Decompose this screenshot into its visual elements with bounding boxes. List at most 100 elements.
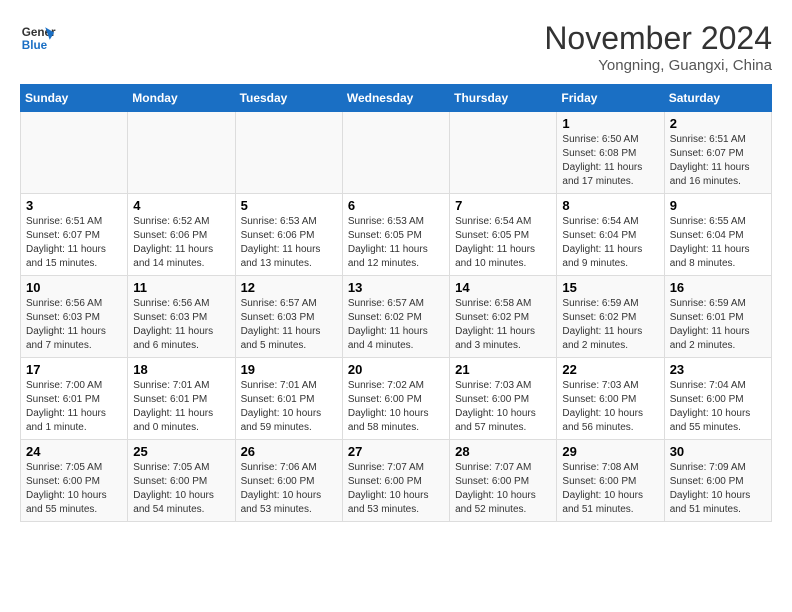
- day-info: Sunrise: 6:57 AMSunset: 6:02 PMDaylight:…: [348, 297, 444, 353]
- calendar-cell: 14 Sunrise: 6:58 AMSunset: 6:02 PMDayligh…: [450, 276, 557, 358]
- day-info: Sunrise: 7:03 AMSunset: 6:00 PMDaylight:…: [455, 379, 551, 435]
- weekday-header-wednesday: Wednesday: [342, 85, 449, 112]
- day-info: Sunrise: 6:54 AMSunset: 6:04 PMDaylight:…: [562, 215, 658, 271]
- calendar-cell: 15 Sunrise: 6:59 AMSunset: 6:02 PMDayligh…: [557, 276, 664, 358]
- logo: General Blue: [20, 20, 56, 56]
- day-info: Sunrise: 7:05 AMSunset: 6:00 PMDaylight:…: [133, 461, 229, 517]
- calendar-week-5: 24 Sunrise: 7:05 AMSunset: 6:00 PMDayligh…: [21, 440, 772, 522]
- day-number: 15: [562, 280, 658, 295]
- day-number: 22: [562, 362, 658, 377]
- calendar-cell: 27 Sunrise: 7:07 AMSunset: 6:00 PMDayligh…: [342, 440, 449, 522]
- svg-text:Blue: Blue: [22, 39, 48, 52]
- calendar-week-1: 1 Sunrise: 6:50 AMSunset: 6:08 PMDaylight…: [21, 112, 772, 194]
- day-info: Sunrise: 7:07 AMSunset: 6:00 PMDaylight:…: [455, 461, 551, 517]
- day-number: 17: [26, 362, 122, 377]
- day-number: 2: [670, 116, 766, 131]
- calendar-cell: 22 Sunrise: 7:03 AMSunset: 6:00 PMDayligh…: [557, 358, 664, 440]
- calendar-cell: 16Sunrise: 6:59 AMSunset: 6:01 PMDayligh…: [664, 276, 771, 358]
- day-number: 29: [562, 444, 658, 459]
- day-info: Sunrise: 7:09 AMSunset: 6:00 PMDaylight:…: [670, 461, 766, 517]
- day-info: Sunrise: 6:51 AMSunset: 6:07 PMDaylight:…: [670, 133, 766, 189]
- day-number: 20: [348, 362, 444, 377]
- calendar-cell: 10Sunrise: 6:56 AMSunset: 6:03 PMDayligh…: [21, 276, 128, 358]
- day-info: Sunrise: 7:00 AMSunset: 6:01 PMDaylight:…: [26, 379, 122, 435]
- day-info: Sunrise: 7:01 AMSunset: 6:01 PMDaylight:…: [241, 379, 337, 435]
- day-number: 1: [562, 116, 658, 131]
- day-info: Sunrise: 6:59 AMSunset: 6:01 PMDaylight:…: [670, 297, 766, 353]
- calendar-cell: 23 Sunrise: 7:04 AMSunset: 6:00 PMDayligh…: [664, 358, 771, 440]
- day-info: Sunrise: 6:59 AMSunset: 6:02 PMDaylight:…: [562, 297, 658, 353]
- calendar-cell: 29 Sunrise: 7:08 AMSunset: 6:00 PMDayligh…: [557, 440, 664, 522]
- day-info: Sunrise: 7:05 AMSunset: 6:00 PMDaylight:…: [26, 461, 122, 517]
- calendar-cell: 7 Sunrise: 6:54 AMSunset: 6:05 PMDaylight…: [450, 194, 557, 276]
- day-number: 27: [348, 444, 444, 459]
- calendar-cell: 20 Sunrise: 7:02 AMSunset: 6:00 PMDayligh…: [342, 358, 449, 440]
- weekday-header-thursday: Thursday: [450, 85, 557, 112]
- weekday-row: SundayMondayTuesdayWednesdayThursdayFrid…: [21, 85, 772, 112]
- day-info: Sunrise: 6:56 AMSunset: 6:03 PMDaylight:…: [26, 297, 122, 353]
- calendar-cell: 5 Sunrise: 6:53 AMSunset: 6:06 PMDaylight…: [235, 194, 342, 276]
- day-number: 11: [133, 280, 229, 295]
- day-number: 23: [670, 362, 766, 377]
- location-subtitle: Yongning, Guangxi, China: [544, 57, 772, 74]
- calendar-cell: 30 Sunrise: 7:09 AMSunset: 6:00 PMDayligh…: [664, 440, 771, 522]
- calendar-cell: [235, 112, 342, 194]
- calendar-cell: 13Sunrise: 6:57 AMSunset: 6:02 PMDayligh…: [342, 276, 449, 358]
- day-number: 19: [241, 362, 337, 377]
- day-number: 14: [455, 280, 551, 295]
- page-header: General Blue November 2024 Yongning, Gua…: [20, 20, 772, 74]
- day-number: 21: [455, 362, 551, 377]
- day-number: 24: [26, 444, 122, 459]
- calendar-week-3: 10Sunrise: 6:56 AMSunset: 6:03 PMDayligh…: [21, 276, 772, 358]
- day-info: Sunrise: 7:07 AMSunset: 6:00 PMDaylight:…: [348, 461, 444, 517]
- calendar-cell: 18 Sunrise: 7:01 AMSunset: 6:01 PMDayligh…: [128, 358, 235, 440]
- calendar-cell: 21 Sunrise: 7:03 AMSunset: 6:00 PMDayligh…: [450, 358, 557, 440]
- title-block: November 2024 Yongning, Guangxi, China: [544, 20, 772, 74]
- logo-icon: General Blue: [20, 20, 56, 56]
- weekday-header-saturday: Saturday: [664, 85, 771, 112]
- day-info: Sunrise: 6:53 AMSunset: 6:06 PMDaylight:…: [241, 215, 337, 271]
- calendar-cell: 25Sunrise: 7:05 AMSunset: 6:00 PMDayligh…: [128, 440, 235, 522]
- day-info: Sunrise: 7:01 AMSunset: 6:01 PMDaylight:…: [133, 379, 229, 435]
- calendar-cell: 24 Sunrise: 7:05 AMSunset: 6:00 PMDayligh…: [21, 440, 128, 522]
- day-info: Sunrise: 6:50 AMSunset: 6:08 PMDaylight:…: [562, 133, 658, 189]
- day-info: Sunrise: 6:56 AMSunset: 6:03 PMDaylight:…: [133, 297, 229, 353]
- calendar-cell: 12Sunrise: 6:57 AMSunset: 6:03 PMDayligh…: [235, 276, 342, 358]
- day-info: Sunrise: 6:53 AMSunset: 6:05 PMDaylight:…: [348, 215, 444, 271]
- day-number: 28: [455, 444, 551, 459]
- weekday-header-sunday: Sunday: [21, 85, 128, 112]
- day-info: Sunrise: 7:08 AMSunset: 6:00 PMDaylight:…: [562, 461, 658, 517]
- calendar-cell: 11 Sunrise: 6:56 AMSunset: 6:03 PMDayligh…: [128, 276, 235, 358]
- day-info: Sunrise: 7:02 AMSunset: 6:00 PMDaylight:…: [348, 379, 444, 435]
- day-number: 5: [241, 198, 337, 213]
- calendar-cell: 28 Sunrise: 7:07 AMSunset: 6:00 PMDayligh…: [450, 440, 557, 522]
- day-info: Sunrise: 7:04 AMSunset: 6:00 PMDaylight:…: [670, 379, 766, 435]
- day-info: Sunrise: 6:52 AMSunset: 6:06 PMDaylight:…: [133, 215, 229, 271]
- calendar-cell: 6 Sunrise: 6:53 AMSunset: 6:05 PMDaylight…: [342, 194, 449, 276]
- calendar-cell: 19 Sunrise: 7:01 AMSunset: 6:01 PMDayligh…: [235, 358, 342, 440]
- calendar-cell: [21, 112, 128, 194]
- calendar-cell: 4Sunrise: 6:52 AMSunset: 6:06 PMDaylight…: [128, 194, 235, 276]
- weekday-header-tuesday: Tuesday: [235, 85, 342, 112]
- day-number: 7: [455, 198, 551, 213]
- day-info: Sunrise: 6:55 AMSunset: 6:04 PMDaylight:…: [670, 215, 766, 271]
- day-number: 6: [348, 198, 444, 213]
- day-number: 8: [562, 198, 658, 213]
- month-title: November 2024: [544, 20, 772, 57]
- weekday-header-friday: Friday: [557, 85, 664, 112]
- day-info: Sunrise: 7:03 AMSunset: 6:00 PMDaylight:…: [562, 379, 658, 435]
- day-number: 18: [133, 362, 229, 377]
- calendar-cell: 8 Sunrise: 6:54 AMSunset: 6:04 PMDaylight…: [557, 194, 664, 276]
- calendar-header: SundayMondayTuesdayWednesdayThursdayFrid…: [21, 85, 772, 112]
- day-info: Sunrise: 6:54 AMSunset: 6:05 PMDaylight:…: [455, 215, 551, 271]
- day-info: Sunrise: 6:58 AMSunset: 6:02 PMDaylight:…: [455, 297, 551, 353]
- day-info: Sunrise: 6:51 AMSunset: 6:07 PMDaylight:…: [26, 215, 122, 271]
- day-number: 26: [241, 444, 337, 459]
- weekday-header-monday: Monday: [128, 85, 235, 112]
- day-number: 3: [26, 198, 122, 213]
- day-info: Sunrise: 6:57 AMSunset: 6:03 PMDaylight:…: [241, 297, 337, 353]
- day-number: 30: [670, 444, 766, 459]
- calendar-cell: [450, 112, 557, 194]
- calendar-week-4: 17 Sunrise: 7:00 AMSunset: 6:01 PMDayligh…: [21, 358, 772, 440]
- calendar-body: 1 Sunrise: 6:50 AMSunset: 6:08 PMDaylight…: [21, 112, 772, 522]
